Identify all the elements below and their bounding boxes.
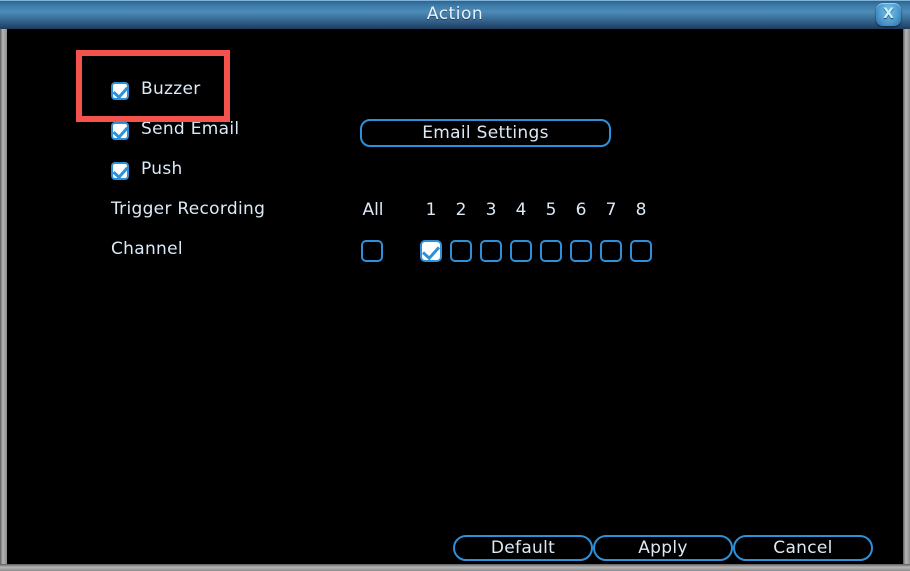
channel-header-6: 6 <box>575 200 587 220</box>
channel-checkbox-3[interactable] <box>480 240 502 262</box>
send-email-label: Send Email <box>141 119 240 139</box>
channel-checkbox-7[interactable] <box>600 240 622 262</box>
cancel-button[interactable]: Cancel <box>733 535 873 561</box>
channel-header-4: 4 <box>515 200 527 220</box>
titlebar: Action X <box>0 0 910 29</box>
send-email-checkbox[interactable] <box>111 122 129 140</box>
apply-button[interactable]: Apply <box>593 535 733 561</box>
email-settings-button[interactable]: Email Settings <box>360 119 611 147</box>
frame-border-right <box>903 29 910 571</box>
channel-header-7: 7 <box>605 200 617 220</box>
push-label: Push <box>141 159 183 179</box>
buzzer-checkbox[interactable] <box>111 82 129 100</box>
frame-border-left <box>0 29 7 571</box>
channel-header-5: 5 <box>545 200 557 220</box>
channel-all-checkbox[interactable] <box>361 240 383 262</box>
channel-header-2: 2 <box>455 200 467 220</box>
buzzer-label: Buzzer <box>141 79 201 99</box>
trigger-recording-label: Trigger Recording <box>111 199 266 219</box>
close-icon[interactable]: X <box>876 3 901 26</box>
channel-header-1: 1 <box>425 200 437 220</box>
channel-checkbox-2[interactable] <box>450 240 472 262</box>
window-title: Action <box>426 4 484 24</box>
channel-header-3: 3 <box>485 200 497 220</box>
action-dialog: Action X Buzzer Send Email Push Trigger … <box>0 0 910 571</box>
channel-header-8: 8 <box>635 200 647 220</box>
channel-checkbox-5[interactable] <box>540 240 562 262</box>
channel-checkbox-8[interactable] <box>630 240 652 262</box>
channel-checkbox-1[interactable] <box>420 240 442 262</box>
default-button[interactable]: Default <box>453 535 593 561</box>
push-checkbox[interactable] <box>111 162 129 180</box>
frame-border-bottom <box>0 564 910 571</box>
channel-checkbox-6[interactable] <box>570 240 592 262</box>
close-x-glyph: X <box>883 6 894 22</box>
channel-checkbox-4[interactable] <box>510 240 532 262</box>
all-column-header: All <box>362 200 384 220</box>
channel-label: Channel <box>111 239 183 259</box>
